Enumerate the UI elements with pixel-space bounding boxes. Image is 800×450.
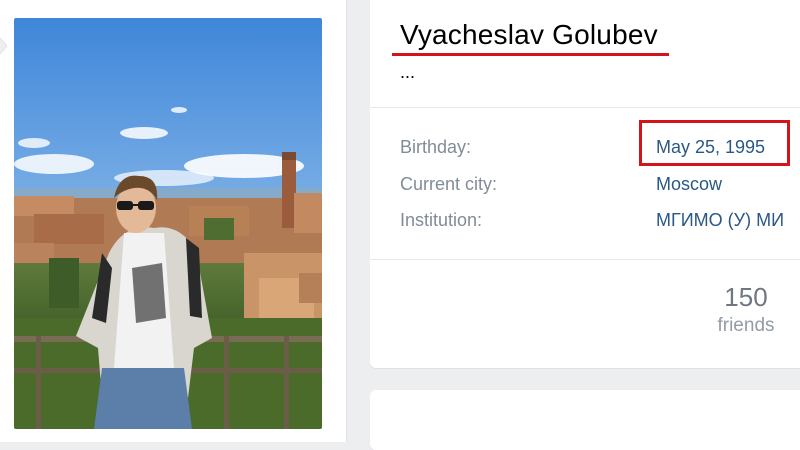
name-annotation-underline <box>392 53 669 56</box>
profile-photo[interactable] <box>14 18 322 429</box>
institution-value[interactable]: МГИМО (У) МИ <box>656 210 784 231</box>
profile-name: Vyacheslav Golubev <box>400 19 658 50</box>
divider <box>370 107 800 108</box>
profile-photo-card <box>0 0 347 442</box>
friends-counter[interactable]: 150 friends <box>706 282 786 337</box>
institution-label: Institution: <box>400 210 483 230</box>
divider <box>370 259 800 260</box>
birthday-annotation-box <box>639 120 790 166</box>
next-section-card <box>370 390 800 450</box>
card-notch <box>0 38 8 54</box>
friends-count: 150 <box>724 282 768 312</box>
city-value[interactable]: Moscow <box>656 174 722 195</box>
profile-info-card: Vyacheslav Golubev ... Birthday: May 25,… <box>370 0 800 368</box>
profile-status[interactable]: ... <box>400 62 415 83</box>
city-label: Current city: <box>400 174 498 194</box>
birthday-label: Birthday: <box>400 137 472 157</box>
friends-label: friends <box>717 315 775 336</box>
